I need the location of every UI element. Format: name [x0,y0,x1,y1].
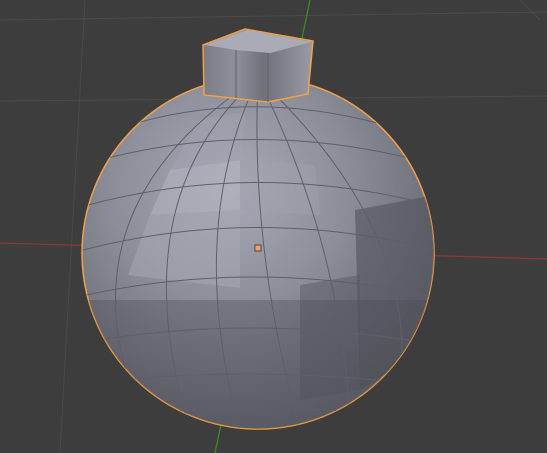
object-origin-point[interactable] [254,244,262,252]
3d-viewport[interactable] [0,0,547,453]
sphere-mesh[interactable] [80,76,440,453]
ornament-cap[interactable] [202,28,314,103]
viewport-canvas[interactable] [0,0,547,453]
